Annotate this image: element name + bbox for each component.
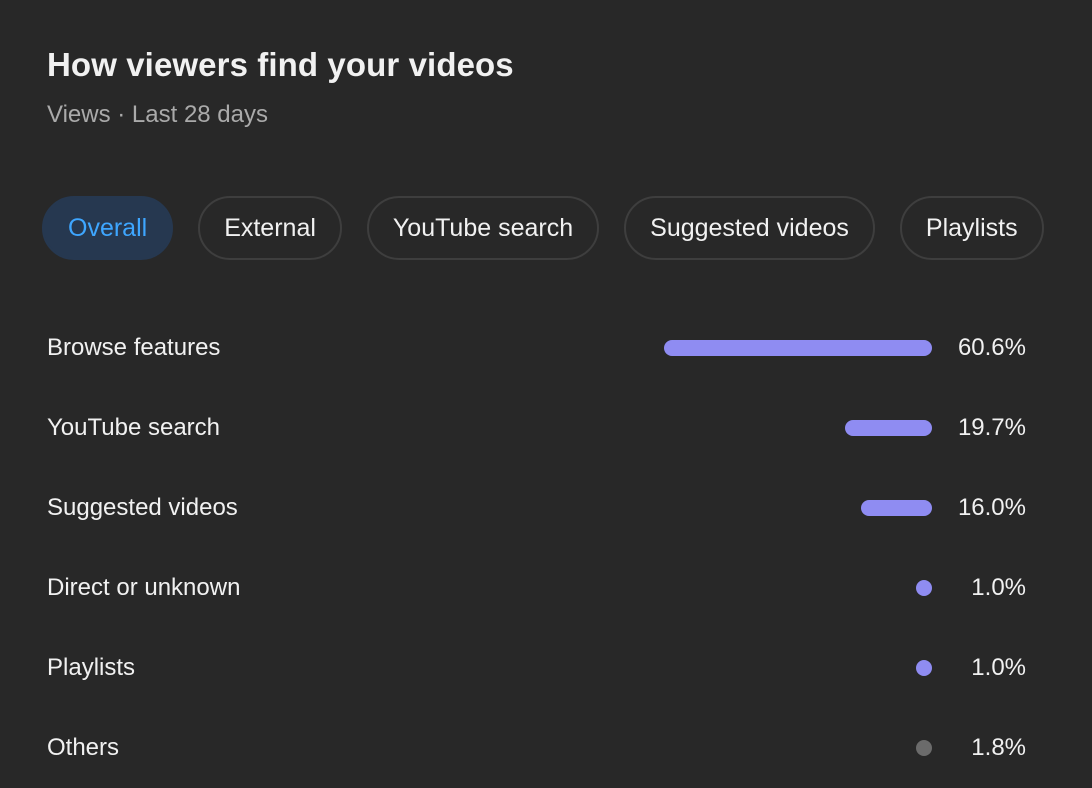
traffic-source-label: Suggested videos <box>47 494 238 521</box>
tab-playlists[interactable]: Playlists <box>899 196 1044 260</box>
traffic-source-label: Browse features <box>47 334 221 361</box>
traffic-source-bar <box>916 740 932 756</box>
card-subtitle: Views · Last 28 days <box>47 101 269 128</box>
traffic-source-row: Others 1.8% <box>0 708 1092 788</box>
traffic-source-bar <box>861 500 932 516</box>
traffic-source-value: 19.7% <box>957 414 1026 441</box>
traffic-source-row: YouTube search 19.7% <box>0 388 1092 468</box>
traffic-source-value: 1.0% <box>971 654 1026 681</box>
tab-external[interactable]: External <box>198 196 342 260</box>
traffic-source-value: 1.0% <box>971 574 1026 601</box>
traffic-source-row: Playlists 1.0% <box>0 628 1092 708</box>
tab-suggested-videos[interactable]: Suggested videos <box>624 196 875 260</box>
traffic-source-row: Browse features 60.6% <box>0 308 1092 388</box>
traffic-source-label: Others <box>47 734 120 761</box>
tab-overall[interactable]: Overall <box>42 196 174 260</box>
traffic-source-label: YouTube search <box>47 414 221 441</box>
traffic-source-bar <box>845 420 932 436</box>
traffic-sources-card: How viewers find your videos Views · Las… <box>0 0 1092 786</box>
traffic-source-bar <box>664 340 932 356</box>
traffic-source-bar <box>916 660 932 676</box>
card-title: How viewers find your videos <box>47 46 514 83</box>
traffic-source-tabs: Overall External YouTube search Suggeste… <box>42 196 1044 260</box>
traffic-source-value: 60.6% <box>957 334 1026 361</box>
traffic-source-row: Suggested videos 16.0% <box>0 468 1092 548</box>
traffic-source-label: Direct or unknown <box>47 574 241 601</box>
traffic-source-value: 1.8% <box>971 734 1026 761</box>
traffic-source-row: Direct or unknown 1.0% <box>0 548 1092 628</box>
traffic-source-value: 16.0% <box>957 494 1026 521</box>
tab-youtube-search[interactable]: YouTube search <box>366 196 600 260</box>
traffic-source-bar <box>916 580 932 596</box>
traffic-source-list: Browse features 60.6% YouTube search 19.… <box>0 308 1092 788</box>
traffic-source-label: Playlists <box>47 654 136 681</box>
